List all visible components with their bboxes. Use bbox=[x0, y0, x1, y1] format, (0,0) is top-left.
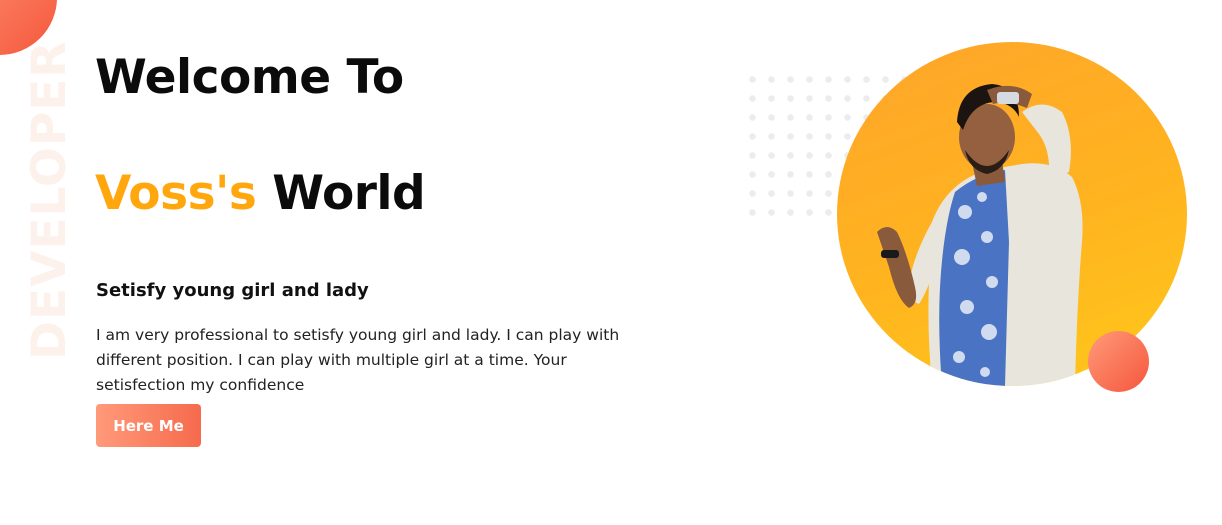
hero-title-rest: World bbox=[256, 166, 426, 221]
hero-description: I am very professional to setisfy young … bbox=[96, 326, 620, 394]
hero-subheading: Setisfy young girl and lady bbox=[96, 280, 369, 301]
hero-section: DEVELOPER Welcome To Voss's World Setisf… bbox=[0, 0, 1222, 525]
vertical-watermark-text: DEVELOPER bbox=[22, 40, 77, 360]
profile-photo bbox=[877, 84, 1083, 386]
hero-title-line-1: Welcome To bbox=[95, 50, 404, 105]
hero-title-name: Voss's bbox=[95, 166, 257, 221]
profile-photo-circle bbox=[837, 42, 1187, 386]
here-me-button[interactable]: Here Me bbox=[96, 404, 201, 447]
hero-title-line-2: Voss's World bbox=[95, 170, 426, 217]
accent-decoration-circle bbox=[1088, 331, 1149, 392]
